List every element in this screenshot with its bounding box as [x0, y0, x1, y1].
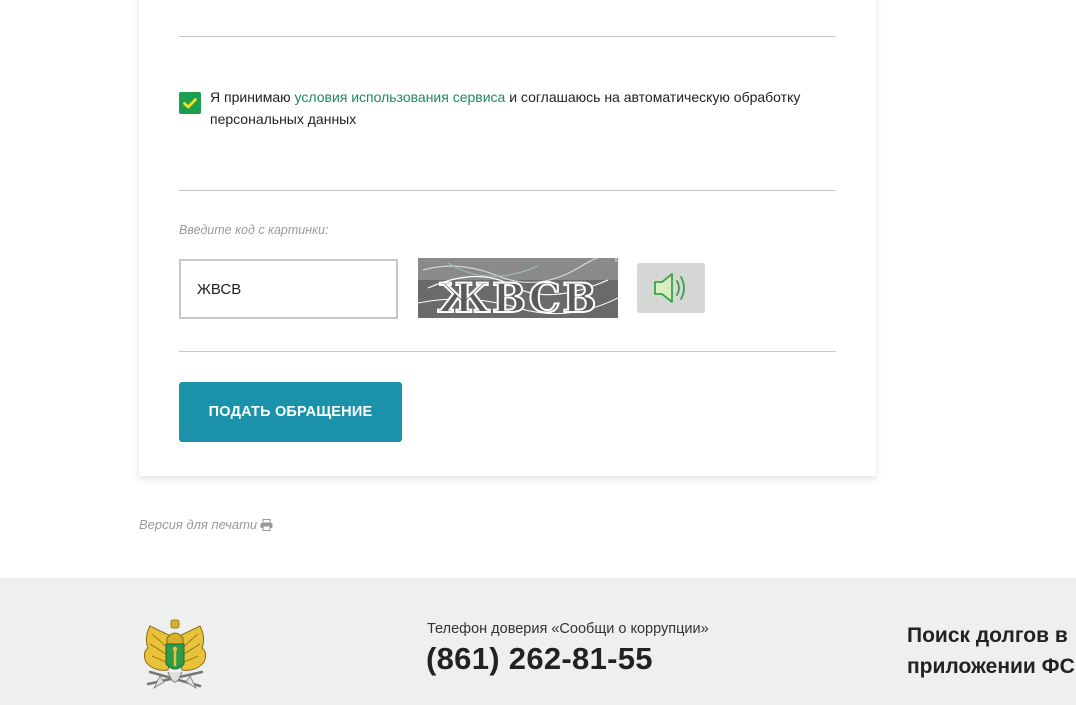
- captcha-image-text: ЖBCB: [438, 275, 599, 318]
- appeal-form-card: Я принимаю условия использования сервиса…: [139, 0, 876, 476]
- captcha-audio-button[interactable]: [637, 263, 705, 313]
- divider: [179, 351, 836, 352]
- divider: [179, 36, 836, 37]
- divider: [179, 190, 836, 191]
- app-promo-heading[interactable]: Поиск долгов в приложении ФС: [907, 620, 1076, 682]
- footer: Телефон доверия «Сообщи о коррупции» (86…: [0, 578, 1076, 705]
- hotline-label: Телефон доверия «Сообщи о коррупции»: [427, 621, 709, 637]
- consent-text-before: Я принимаю: [210, 89, 295, 105]
- app-promo-line2: приложении ФС: [907, 655, 1075, 678]
- check-icon: [183, 97, 197, 108]
- printer-icon: [260, 518, 273, 531]
- fssp-emblem-icon: [143, 619, 207, 690]
- terms-of-service-link[interactable]: условия использования сервиса: [295, 89, 506, 105]
- consent-checkbox[interactable]: [179, 92, 201, 114]
- hotline-phone[interactable]: (861) 262-81-55: [426, 641, 653, 677]
- print-version-link[interactable]: Версия для печати: [139, 517, 273, 532]
- captcha-image[interactable]: ЖBCB: [418, 258, 618, 318]
- consent-row: Я принимаю условия использования сервиса…: [179, 86, 819, 130]
- captcha-label: Введите код с картинки:: [179, 223, 329, 237]
- submit-appeal-button[interactable]: ПОДАТЬ ОБРАЩЕНИЕ: [179, 382, 402, 442]
- consent-text: Я принимаю условия использования сервиса…: [210, 86, 819, 130]
- page: Я принимаю условия использования сервиса…: [0, 0, 1076, 705]
- captcha-input[interactable]: [179, 259, 398, 319]
- app-promo-line1: Поиск долгов в: [907, 624, 1068, 647]
- print-version-label: Версия для печати: [139, 517, 258, 532]
- speaker-icon: [654, 273, 685, 303]
